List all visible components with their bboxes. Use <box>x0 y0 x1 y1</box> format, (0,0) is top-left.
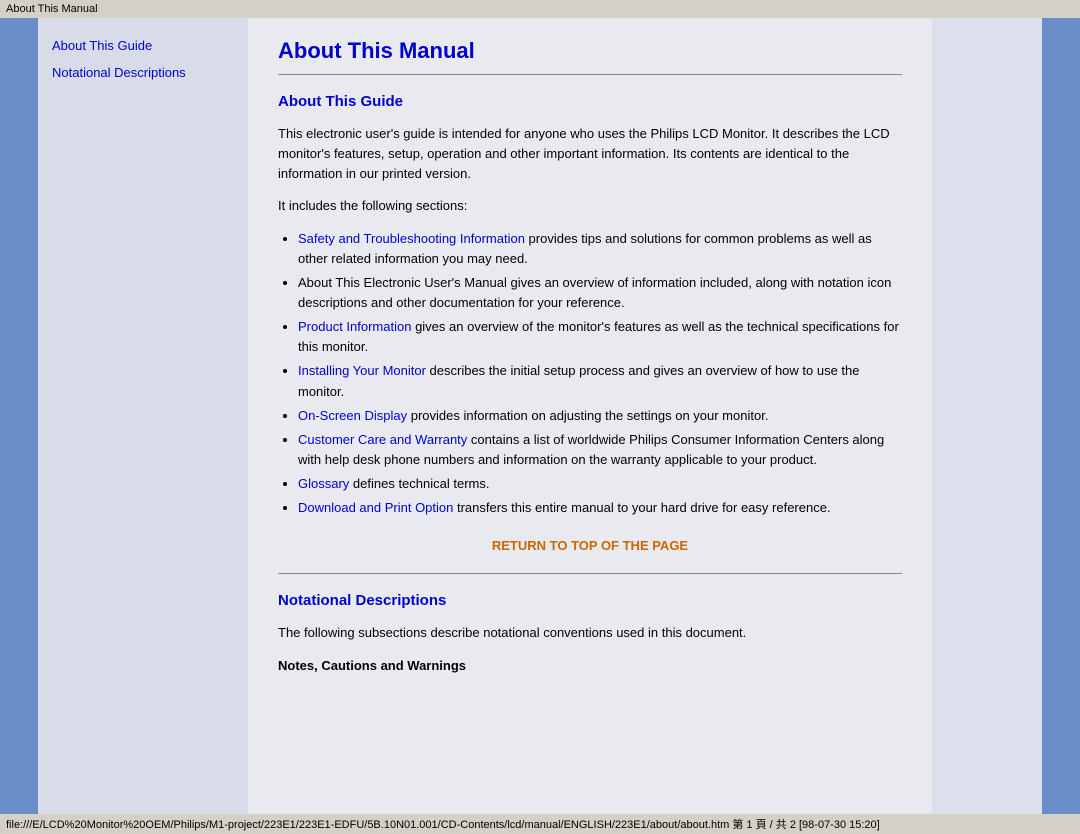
sidebar-link-notational[interactable]: Notational Descriptions <box>52 65 234 80</box>
right-stripe-light <box>932 18 1042 814</box>
sidebar: About This Guide Notational Descriptions <box>38 18 248 814</box>
title-divider <box>278 74 902 75</box>
page-title: About This Manual <box>278 38 902 64</box>
glossary-link[interactable]: Glossary <box>298 476 349 491</box>
status-bar-text: file:///E/LCD%20Monitor%20OEM/Philips/M1… <box>6 816 880 832</box>
status-bar: file:///E/LCD%20Monitor%20OEM/Philips/M1… <box>0 814 1080 834</box>
customer-care-link[interactable]: Customer Care and Warranty <box>298 432 467 447</box>
download-print-link[interactable]: Download and Print Option <box>298 500 453 515</box>
bullet-product-info: Product Information gives an overview of… <box>298 317 902 357</box>
safety-link[interactable]: Safety and Troubleshooting Information <box>298 231 525 246</box>
bullet-glossary: Glossary defines technical terms. <box>298 474 902 494</box>
title-bar: About This Manual <box>0 0 1080 18</box>
content-area: About This Manual About This Guide This … <box>248 18 932 814</box>
notational-para-1: The following subsections describe notat… <box>278 623 902 643</box>
bullet-osd: On-Screen Display provides information o… <box>298 406 902 426</box>
bullet-electronic-manual: About This Electronic User's Manual give… <box>298 273 902 313</box>
right-stripe-blue <box>1042 18 1080 814</box>
bullet-customer-care: Customer Care and Warranty contains a li… <box>298 430 902 470</box>
return-to-top-link[interactable]: RETURN TO TOP OF THE PAGE <box>278 538 902 553</box>
about-guide-bullets: Safety and Troubleshooting Information p… <box>298 229 902 519</box>
notes-cautions-subheading: Notes, Cautions and Warnings <box>278 656 902 676</box>
bullet-safety: Safety and Troubleshooting Information p… <box>298 229 902 269</box>
section-divider-2 <box>278 573 902 574</box>
about-guide-para-1: This electronic user's guide is intended… <box>278 124 902 184</box>
product-info-link[interactable]: Product Information <box>298 319 411 334</box>
main-layout: About This Guide Notational Descriptions… <box>0 18 1080 814</box>
sidebar-link-about-guide[interactable]: About This Guide <box>52 38 234 53</box>
about-guide-section: About This Guide This electronic user's … <box>278 93 902 553</box>
about-guide-heading: About This Guide <box>278 93 902 110</box>
osd-link[interactable]: On-Screen Display <box>298 408 407 423</box>
left-stripe <box>0 18 38 814</box>
about-guide-para-2: It includes the following sections: <box>278 196 902 216</box>
bullet-installing: Installing Your Monitor describes the in… <box>298 361 902 401</box>
installing-link[interactable]: Installing Your Monitor <box>298 363 426 378</box>
bullet-download-print: Download and Print Option transfers this… <box>298 498 902 518</box>
notational-heading: Notational Descriptions <box>278 592 902 609</box>
notational-section: Notational Descriptions The following su… <box>278 592 902 675</box>
title-bar-text: About This Manual <box>6 3 98 15</box>
